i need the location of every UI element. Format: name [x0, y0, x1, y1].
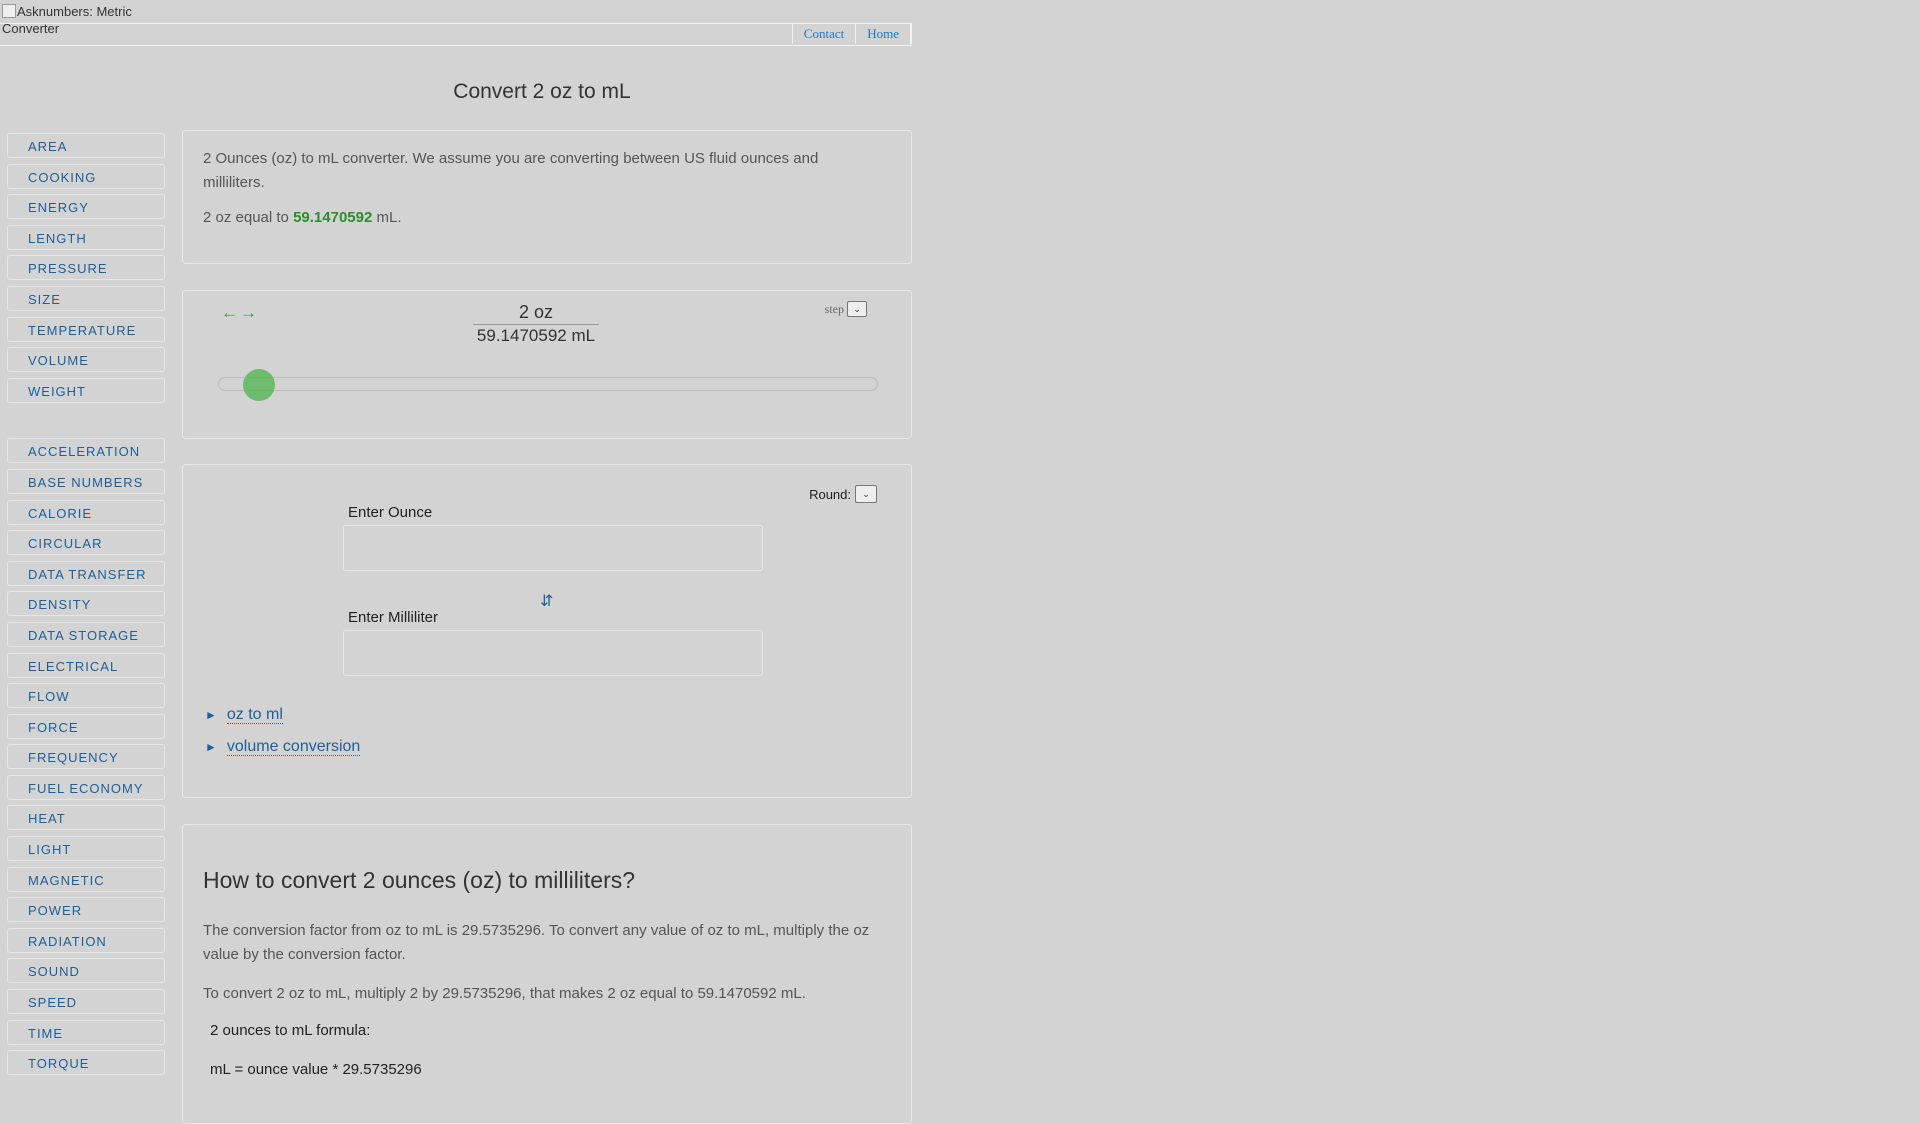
howto-panel: How to convert 2 ounces (oz) to millilit…	[182, 824, 912, 1124]
intro-text: 2 Ounces (oz) to mL converter. We assume…	[203, 150, 819, 191]
sidebar-item-flow[interactable]: FLOW	[7, 683, 165, 709]
arrow-right-icon[interactable]: →	[240, 303, 257, 322]
step-select[interactable]: ⌄	[847, 301, 867, 317]
result-prefix: 2 oz equal to	[203, 209, 294, 226]
page-title: Convert 2 oz to mL	[453, 80, 631, 103]
nav-bar	[0, 23, 912, 46]
sidebar-item-time[interactable]: TIME	[7, 1019, 165, 1045]
sidebar-item-radiation[interactable]: RADIATION	[7, 927, 165, 953]
sidebar: AREA COOKING ENERGY LENGTH PRESSURE SIZE…	[7, 133, 165, 1081]
milliliter-input[interactable]	[343, 630, 763, 676]
top-nav: Contact Home	[791, 23, 912, 44]
sidebar-item-volume[interactable]: VOLUME	[7, 347, 165, 373]
round-control: Round: ⌄	[809, 485, 877, 503]
swap-icon[interactable]: ⇵	[540, 591, 553, 611]
formula-text: mL = ounce value * 29.5735296	[210, 1061, 422, 1078]
result-sentence: 2 oz equal to 59.1470592 mL.	[203, 209, 402, 226]
ounce-label: Enter Ounce	[348, 504, 433, 521]
sidebar-item-pressure[interactable]: PRESSURE	[7, 255, 165, 281]
sidebar-item-magnetic[interactable]: MAGNETIC	[7, 866, 165, 892]
milliliter-label: Enter Milliliter	[348, 609, 439, 626]
sidebar-item-length[interactable]: LENGTH	[7, 224, 165, 250]
sidebar-item-weight[interactable]: WEIGHT	[7, 377, 165, 403]
howto-paragraph-2: To convert 2 oz to mL, multiply 2 by 29.…	[203, 985, 806, 1002]
broken-image-icon	[2, 4, 16, 18]
sidebar-item-force[interactable]: FORCE	[7, 713, 165, 739]
howto-paragraph-1: The conversion factor from oz to mL is 2…	[203, 922, 870, 963]
result-value: 59.1470592	[293, 209, 373, 226]
formula-title: 2 ounces to mL formula:	[210, 1022, 371, 1039]
arrow-left-icon[interactable]: ←	[221, 303, 238, 322]
sidebar-item-speed[interactable]: SPEED	[7, 989, 165, 1015]
sidebar-item-torque[interactable]: TORQUE	[7, 1050, 165, 1076]
slider-ml-value: 59.1470592 mL	[476, 326, 596, 345]
sidebar-item-energy[interactable]: ENERGY	[7, 194, 165, 220]
sidebar-item-data-storage[interactable]: DATA STORAGE	[7, 621, 165, 647]
sidebar-item-data-transfer[interactable]: DATA TRANSFER	[7, 560, 165, 586]
sidebar-item-temperature[interactable]: TEMPERATURE	[7, 316, 165, 342]
chevron-down-icon: ⌄	[862, 489, 870, 499]
step-control: step ⌄	[825, 301, 867, 317]
sidebar-item-light[interactable]: LIGHT	[7, 836, 165, 862]
triangle-right-icon: ►	[205, 708, 217, 722]
nav-home-link[interactable]: Home	[855, 23, 912, 44]
chevron-down-icon: ⌄	[853, 304, 861, 314]
slider-thumb[interactable]	[243, 369, 275, 401]
sidebar-item-acceleration[interactable]: ACCELERATION	[7, 438, 165, 464]
related-link-item: ► volume conversion	[205, 738, 361, 756]
sidebar-item-fuel-economy[interactable]: FUEL ECONOMY	[7, 774, 165, 800]
sidebar-item-heat[interactable]: HEAT	[7, 805, 165, 831]
slider-track[interactable]	[218, 369, 878, 401]
sidebar-item-base-numbers[interactable]: BASE NUMBERS	[7, 468, 165, 494]
oz-to-ml-link[interactable]: oz to ml	[226, 706, 283, 724]
related-link-item: ► oz to ml	[205, 706, 283, 724]
sidebar-item-power[interactable]: POWER	[7, 897, 165, 923]
sidebar-item-sound[interactable]: SOUND	[7, 958, 165, 984]
round-select[interactable]: ⌄	[855, 485, 877, 503]
sidebar-item-density[interactable]: DENSITY	[7, 591, 165, 617]
sidebar-item-size[interactable]: SIZE	[7, 285, 165, 311]
howto-heading: How to convert 2 ounces (oz) to millilit…	[203, 867, 636, 893]
triangle-right-icon: ►	[205, 740, 217, 754]
slider-value-display: 2 oz 59.1470592 mL	[473, 302, 599, 346]
sidebar-item-frequency[interactable]: FREQUENCY	[7, 744, 165, 770]
step-arrows: ← →	[221, 303, 259, 323]
sidebar-item-circular[interactable]: CIRCULAR	[7, 530, 165, 556]
summary-panel: 2 Ounces (oz) to mL converter. We assume…	[182, 130, 912, 264]
nav-contact-link[interactable]: Contact	[791, 23, 855, 44]
ounce-input[interactable]	[343, 525, 763, 571]
slider-panel: ← → 2 oz 59.1470592 mL step ⌄	[182, 290, 912, 439]
sidebar-item-area[interactable]: AREA	[7, 133, 165, 158]
converter-panel: Round: ⌄ Enter Ounce ⇵ Enter Milliliter …	[182, 464, 912, 798]
header: Asknumbers: Metric Converter Contact Hom…	[0, 0, 912, 46]
volume-conversion-link[interactable]: volume conversion	[226, 738, 361, 756]
slider-oz-value: 2 oz	[473, 302, 599, 325]
sidebar-item-calorie[interactable]: CALORIE	[7, 499, 165, 525]
step-label: step	[824, 301, 844, 316]
round-label: Round:	[809, 486, 851, 502]
sidebar-item-electrical[interactable]: ELECTRICAL	[7, 652, 165, 678]
sidebar-item-cooking[interactable]: COOKING	[7, 163, 165, 189]
result-suffix: mL.	[372, 209, 402, 226]
